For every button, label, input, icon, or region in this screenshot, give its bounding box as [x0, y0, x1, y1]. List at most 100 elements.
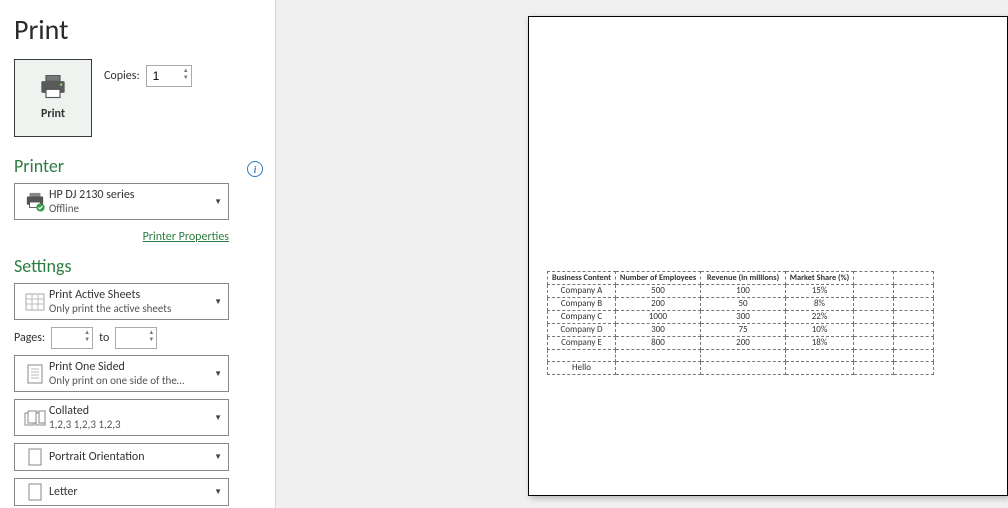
table-row: Hello [548, 362, 934, 375]
table-row [548, 350, 934, 362]
table-row: Company E 800 200 18% [548, 337, 934, 350]
cell [854, 350, 894, 362]
cell: 800 [616, 337, 701, 350]
table-row: Company D 300 75 10% [548, 324, 934, 337]
cell [616, 362, 701, 375]
print-button-label: Print [41, 107, 65, 121]
preview-table: Business Content Number of Employees Rev… [547, 271, 934, 375]
print-what-line2: Only print the active sheets [49, 302, 210, 315]
cell: Hello [548, 362, 616, 375]
pages-to-spinbox[interactable]: ▲▼ [115, 327, 157, 349]
cell: Company B [548, 298, 616, 311]
cell: 15% [786, 285, 854, 298]
cell: 500 [616, 285, 701, 298]
collate-select[interactable]: Collated 1,2,3 1,2,3 1,2,3 ▼ [14, 399, 229, 436]
chevron-down-icon: ▼ [214, 487, 222, 497]
chevron-down-icon: ▼ [214, 452, 222, 462]
sides-line2: Only print on one side of the… [49, 374, 210, 387]
cell [894, 337, 934, 350]
cell: 18% [786, 337, 854, 350]
table-header [894, 272, 934, 285]
cell [854, 324, 894, 337]
chevron-down-icon: ▼ [214, 197, 222, 207]
printer-status-icon [21, 192, 49, 212]
cell [786, 350, 854, 362]
paper-select[interactable]: Letter ▼ [14, 478, 229, 506]
orientation-select[interactable]: Portrait Orientation ▼ [14, 443, 229, 471]
printer-name: HP DJ 2130 series [49, 188, 210, 202]
print-button[interactable]: Print [14, 59, 92, 137]
cell: 75 [701, 324, 786, 337]
chevron-down-icon: ▼ [214, 369, 222, 379]
table-row: Company C 1000 300 22% [548, 311, 934, 324]
collate-icon [21, 409, 49, 427]
collate-line2: 1,2,3 1,2,3 1,2,3 [49, 418, 210, 431]
cell: 200 [616, 298, 701, 311]
copies-spinbox[interactable]: ▲▼ [146, 65, 192, 87]
printer-status: Offline [49, 202, 210, 215]
collate-line1: Collated [49, 404, 210, 418]
paper-icon [21, 483, 49, 501]
print-what-select[interactable]: Print Active Sheets Only print the activ… [14, 283, 229, 320]
sides-select[interactable]: Print One Sided Only print on one side o… [14, 355, 229, 392]
cell: 300 [701, 311, 786, 324]
chevron-down-icon: ▼ [214, 413, 222, 423]
sides-line1: Print One Sided [49, 360, 210, 374]
table-row: Company B 200 50 8% [548, 298, 934, 311]
cell: 100 [701, 285, 786, 298]
page-title: Print [14, 12, 263, 47]
table-header-row: Business Content Number of Employees Rev… [548, 272, 934, 285]
table-header: Number of Employees [616, 272, 701, 285]
orientation-line1: Portrait Orientation [49, 450, 210, 464]
cell: 200 [701, 337, 786, 350]
print-preview-area: Business Content Number of Employees Rev… [276, 0, 1008, 508]
cell: 22% [786, 311, 854, 324]
printer-icon [39, 75, 67, 99]
settings-section-title: Settings [14, 255, 263, 277]
cell [854, 337, 894, 350]
cell [854, 362, 894, 375]
cell [894, 285, 934, 298]
table-header [854, 272, 894, 285]
pages-label: Pages: [14, 331, 45, 345]
printer-select[interactable]: HP DJ 2130 series Offline ▼ [14, 183, 229, 220]
cell [854, 298, 894, 311]
cell [854, 285, 894, 298]
cell [786, 362, 854, 375]
chevron-down-icon: ▼ [214, 297, 222, 307]
pages-to-label: to [99, 331, 109, 345]
cell: Company A [548, 285, 616, 298]
copies-label: Copies: [104, 69, 140, 83]
cell [854, 311, 894, 324]
cell [701, 362, 786, 375]
print-what-line1: Print Active Sheets [49, 288, 210, 302]
cell: Company D [548, 324, 616, 337]
info-icon[interactable]: i [247, 161, 263, 177]
cell: 8% [786, 298, 854, 311]
cell [616, 350, 701, 362]
table-row: Company A 500 100 15% [548, 285, 934, 298]
cell [894, 311, 934, 324]
cell [894, 362, 934, 375]
preview-page: Business Content Number of Employees Rev… [528, 16, 1008, 496]
cell: Company E [548, 337, 616, 350]
cell [894, 298, 934, 311]
cell: 1000 [616, 311, 701, 324]
printer-properties-link[interactable]: Printer Properties [143, 230, 229, 244]
pages-from-spinbox[interactable]: ▲▼ [51, 327, 93, 349]
cell: 50 [701, 298, 786, 311]
table-header: Revenue (in millions) [701, 272, 786, 285]
cell: 10% [786, 324, 854, 337]
cell [894, 324, 934, 337]
table-header: Business Content [548, 272, 616, 285]
spin-arrows-icon[interactable]: ▲▼ [84, 329, 90, 343]
cell: 300 [616, 324, 701, 337]
portrait-icon [21, 448, 49, 466]
spin-arrows-icon[interactable]: ▲▼ [183, 67, 189, 81]
spin-arrows-icon[interactable]: ▲▼ [148, 329, 154, 343]
table-header: Market Share (%) [786, 272, 854, 285]
sheets-icon [21, 293, 49, 311]
page-icon [21, 364, 49, 384]
cell: Company C [548, 311, 616, 324]
paper-line1: Letter [49, 485, 210, 499]
